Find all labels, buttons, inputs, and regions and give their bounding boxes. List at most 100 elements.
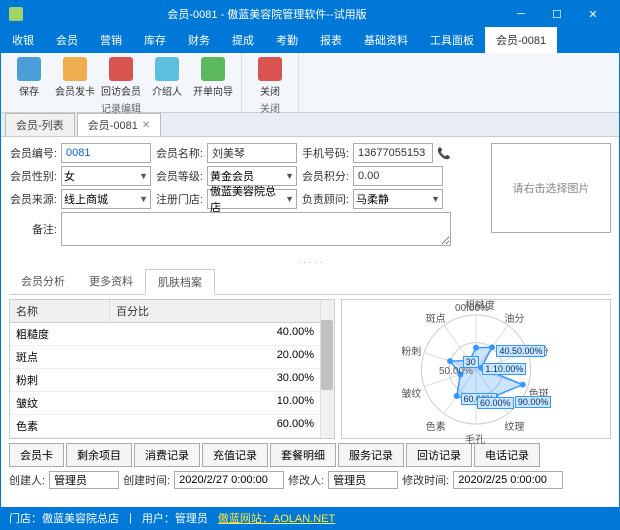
document-tab[interactable]: 会员-0081✕ bbox=[77, 113, 162, 136]
label-phone: 手机号码: bbox=[301, 145, 349, 161]
menu-item[interactable]: 营销 bbox=[89, 27, 133, 53]
col-pct[interactable]: 百分比 bbox=[110, 300, 334, 322]
inner-tab[interactable]: 会员分析 bbox=[9, 269, 77, 294]
radar-data-tip: 40.50.00% bbox=[496, 345, 545, 357]
menu-item[interactable]: 考勤 bbox=[265, 27, 309, 53]
menu-item[interactable]: 收银 bbox=[1, 27, 45, 53]
table-row[interactable]: 皱纹10.00% bbox=[10, 392, 334, 415]
document-tabs: 会员-列表会员-0081✕ bbox=[1, 113, 619, 137]
menu-item[interactable]: 财务 bbox=[177, 27, 221, 53]
label-gender: 会员性别: bbox=[9, 168, 57, 184]
ribbon-group-title: 关闭 bbox=[260, 100, 280, 115]
bottom-tab[interactable]: 充值记录 bbox=[202, 443, 268, 467]
bottom-tab[interactable]: 剩余项目 bbox=[66, 443, 132, 467]
label-modifier: 修改人: bbox=[288, 472, 324, 488]
select-advisor[interactable]: 马柔静▼ bbox=[353, 189, 443, 209]
minimize-button[interactable]: ─ bbox=[503, 1, 539, 27]
label-level: 会员等级: bbox=[155, 168, 203, 184]
menu-item[interactable]: 库存 bbox=[133, 27, 177, 53]
table-row[interactable]: 粗糙度40.00% bbox=[10, 323, 334, 346]
input-member-no[interactable] bbox=[61, 143, 151, 163]
label-points: 会员积分: bbox=[301, 168, 349, 184]
menu-item[interactable]: 工具面板 bbox=[419, 27, 485, 53]
label-source: 会员来源: bbox=[9, 191, 57, 207]
window-title: 会员-0081 - 傲蓝美容院管理软件--试用版 bbox=[31, 6, 503, 22]
title-bar: 会员-0081 - 傲蓝美容院管理软件--试用版 ─ ☐ ✕ bbox=[1, 1, 619, 27]
radar-data-tip: 30 bbox=[463, 356, 479, 368]
ribbon-button[interactable]: 开单向导 bbox=[193, 57, 233, 98]
table-scrollbar[interactable] bbox=[320, 300, 334, 438]
record-meta: 创建人: 管理员 创建时间: 2020/2/27 0:00:00 修改人: 管理… bbox=[9, 471, 611, 489]
window-buttons: ─ ☐ ✕ bbox=[503, 1, 611, 27]
member-photo[interactable]: 请右击选择图片 bbox=[491, 143, 611, 233]
bottom-tabs: 会员卡剩余项目消费记录充值记录套餐明细服务记录回访记录电话记录 bbox=[9, 443, 611, 467]
bottom-tab[interactable]: 会员卡 bbox=[9, 443, 64, 467]
radar-axis-label: 粉刺 bbox=[401, 343, 421, 358]
val-mtime: 2020/2/25 0:00:00 bbox=[453, 471, 563, 489]
input-member-name[interactable] bbox=[207, 143, 297, 163]
status-user: 用户：管理员 bbox=[142, 510, 208, 526]
bottom-tab[interactable]: 套餐明细 bbox=[270, 443, 336, 467]
table-row[interactable]: 斑点20.00% bbox=[10, 346, 334, 369]
ribbon-button[interactable]: 关闭 bbox=[250, 57, 290, 98]
ribbon-group-close: 关闭 关闭 bbox=[242, 53, 299, 112]
radar-axis-label: 纹理 bbox=[504, 418, 524, 433]
table-row[interactable]: 粉刺30.00% bbox=[10, 369, 334, 392]
select-source[interactable]: 线上商城▼ bbox=[61, 189, 151, 209]
menu-item[interactable]: 基础资料 bbox=[353, 27, 419, 53]
menu-item[interactable]: 会员-0081 bbox=[485, 27, 557, 53]
radar-data-tip: 60.00% bbox=[477, 397, 514, 409]
radar-data-tip: 1.10.00% bbox=[482, 363, 526, 375]
status-link[interactable]: 傲蓝网站：AOLAN.NET bbox=[218, 510, 335, 526]
input-remark[interactable] bbox=[61, 212, 451, 246]
radar-axis-label: 皱纹 bbox=[401, 385, 421, 400]
label-remark: 备注: bbox=[9, 221, 57, 237]
select-reg-store[interactable]: 傲蓝美容院总店▼ bbox=[207, 189, 297, 209]
inner-tab[interactable]: 更多资料 bbox=[77, 269, 145, 294]
member-form: 会员编号: 会员名称: 手机号码: 📞 会员性别: 女▼ 会员等级: 黄金会员▼… bbox=[1, 137, 619, 255]
label-advisor: 负责顾问: bbox=[301, 191, 349, 207]
inner-tabs: 会员分析更多资料肌肤档案 bbox=[9, 269, 611, 295]
menu-item[interactable]: 会员 bbox=[45, 27, 89, 53]
radar-axis-label: 毛孔 bbox=[465, 431, 485, 446]
radar-ring-label: 00.00% bbox=[455, 303, 489, 314]
label-ctime: 创建时间: bbox=[123, 472, 170, 488]
label-reg-store: 注册门店: bbox=[155, 191, 203, 207]
bottom-tab[interactable]: 电话记录 bbox=[474, 443, 540, 467]
menu-bar: 收银会员营销库存财务提成考勤报表基础资料工具面板会员-0081 bbox=[1, 27, 619, 53]
label-creator: 创建人: bbox=[9, 472, 45, 488]
ribbon-button[interactable]: 会员发卡 bbox=[55, 57, 95, 98]
input-phone[interactable] bbox=[353, 143, 433, 163]
menu-item[interactable]: 报表 bbox=[309, 27, 353, 53]
ribbon-button[interactable]: 保存 bbox=[9, 57, 49, 98]
radar-data-tip: 90.00% bbox=[515, 396, 552, 408]
bottom-tab[interactable]: 服务记录 bbox=[338, 443, 404, 467]
close-button[interactable]: ✕ bbox=[575, 1, 611, 27]
table-row[interactable]: 色素60.00% bbox=[10, 415, 334, 438]
ribbon: 保存会员发卡回访会员介绍人开单向导 记录编辑 关闭 关闭 bbox=[1, 53, 619, 113]
maximize-button[interactable]: ☐ bbox=[539, 1, 575, 27]
status-store: 门店：傲蓝美容院总店 bbox=[9, 510, 119, 526]
ribbon-button[interactable]: 回访会员 bbox=[101, 57, 141, 98]
select-gender[interactable]: 女▼ bbox=[61, 166, 151, 186]
ribbon-group-edit: 保存会员发卡回访会员介绍人开单向导 记录编辑 bbox=[1, 53, 242, 112]
phone-icon[interactable]: 📞 bbox=[437, 147, 451, 160]
document-tab[interactable]: 会员-列表 bbox=[5, 113, 75, 136]
radar-axis-label: 色素 bbox=[426, 418, 446, 433]
inner-tab[interactable]: 肌肤档案 bbox=[145, 269, 215, 295]
label-mtime: 修改时间: bbox=[402, 472, 449, 488]
bottom-tab[interactable]: 消费记录 bbox=[134, 443, 200, 467]
tab-close-icon[interactable]: ✕ bbox=[142, 120, 150, 131]
col-name[interactable]: 名称 bbox=[10, 300, 110, 322]
bottom-tab[interactable]: 回访记录 bbox=[406, 443, 472, 467]
val-creator: 管理员 bbox=[49, 471, 119, 489]
collapse-handle[interactable]: · · · · · bbox=[1, 255, 619, 269]
status-bar: 门店：傲蓝美容院总店 | 用户：管理员 傲蓝网站：AOLAN.NET bbox=[1, 507, 619, 529]
ribbon-button[interactable]: 介绍人 bbox=[147, 57, 187, 98]
input-points[interactable] bbox=[353, 166, 443, 186]
val-ctime: 2020/2/27 0:00:00 bbox=[174, 471, 284, 489]
table-row[interactable]: 毛孔60.00% bbox=[10, 438, 334, 439]
val-modifier: 管理员 bbox=[328, 471, 398, 489]
radar-axis-label: 油分 bbox=[504, 310, 524, 325]
menu-item[interactable]: 提成 bbox=[221, 27, 265, 53]
